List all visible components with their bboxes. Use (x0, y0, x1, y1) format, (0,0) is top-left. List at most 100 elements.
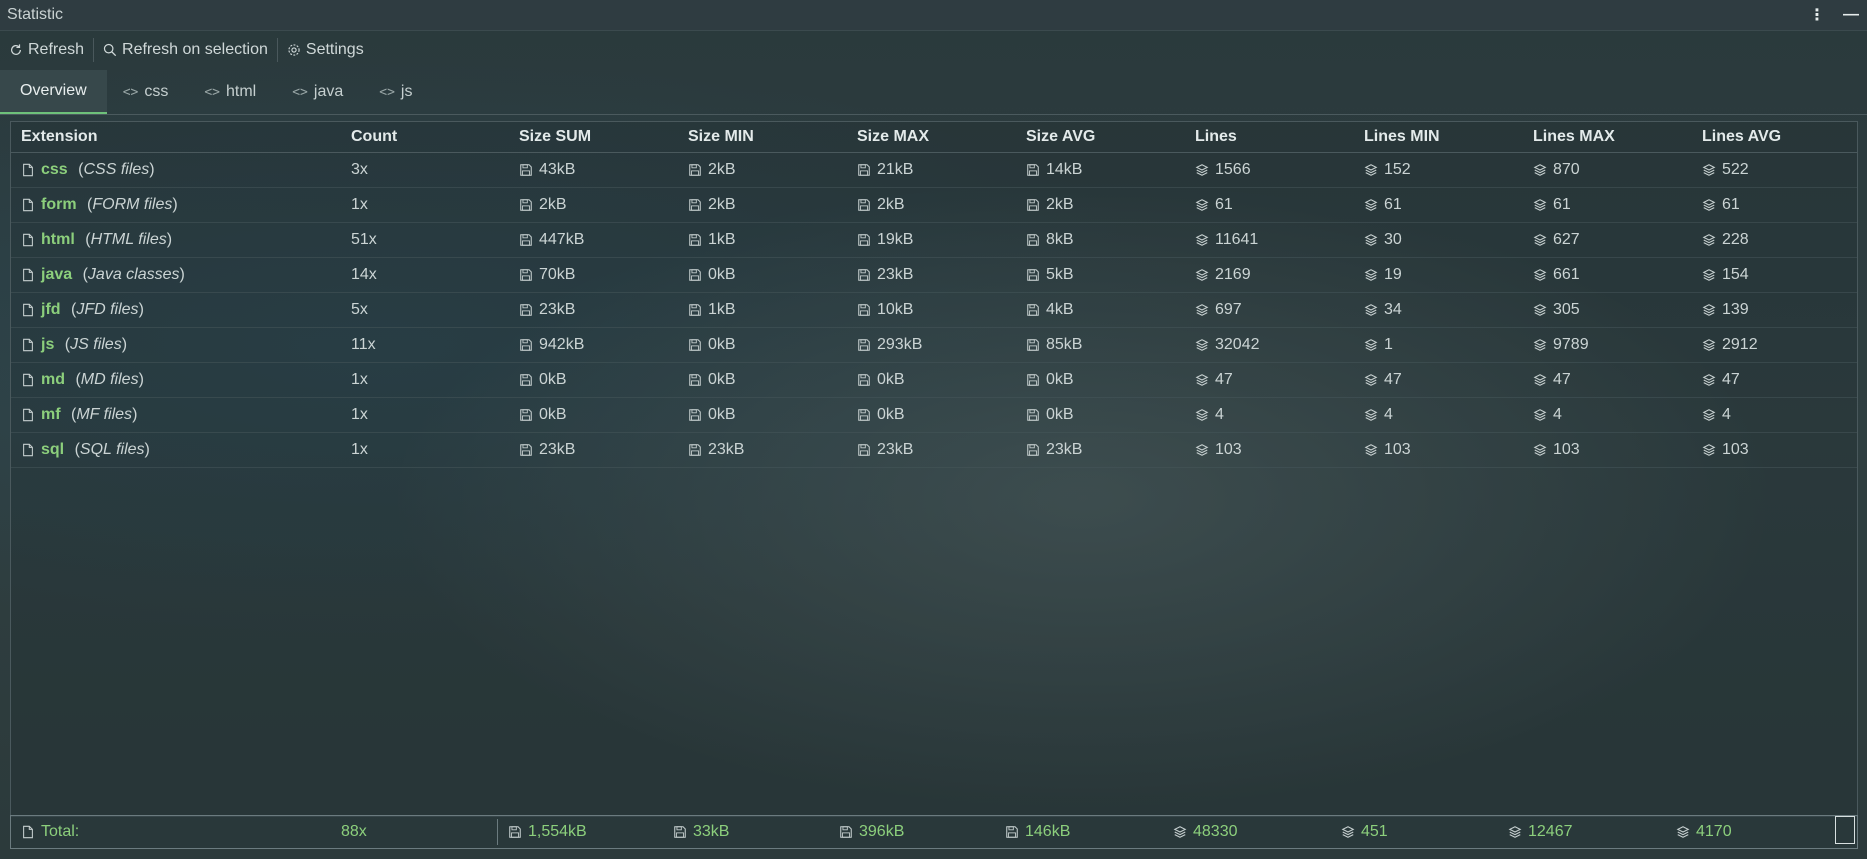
column-header-size-sum[interactable]: Size SUM (509, 128, 678, 146)
refresh-button[interactable]: Refresh (0, 32, 93, 68)
column-header-lines-max[interactable]: Lines MAX (1523, 128, 1692, 146)
totals-lines-min-cell: 451 (1331, 823, 1498, 841)
extension-cell: jfd (JFD files) (11, 301, 341, 319)
totals-lines-max-cell: 12467 (1498, 823, 1666, 841)
minimize-icon[interactable]: — (1843, 6, 1859, 24)
disk-icon (520, 409, 532, 421)
count-cell: 1x (351, 196, 368, 213)
totals-label: Total: (41, 823, 80, 840)
disk-icon (1027, 374, 1039, 386)
size-avg-cell: 0kB (1016, 406, 1185, 424)
lines-min-value: 103 (1384, 441, 1411, 458)
column-header-count[interactable]: Count (341, 128, 509, 146)
column-header-size-max[interactable]: Size MAX (847, 128, 1016, 146)
layers-icon (1676, 826, 1690, 838)
table-row[interactable]: mf (MF files) 1x 0kB 0kB 0kB 0kB 4 4 4 4 (11, 398, 1857, 433)
tab-java[interactable]: <> java (276, 70, 363, 114)
lines-cell: 1566 (1185, 161, 1354, 179)
column-header-extension[interactable]: Extension (11, 128, 341, 146)
table-row[interactable]: jfd (JFD files) 5x 23kB 1kB 10kB 4kB 697 34 305 1… (11, 293, 1857, 328)
file-icon (23, 198, 33, 212)
lines-min-cell: 1 (1354, 336, 1523, 354)
disk-icon (858, 444, 870, 456)
layers-icon (1533, 199, 1547, 211)
size-sum-cell: 0kB (509, 406, 678, 424)
tab-css[interactable]: <> css (107, 70, 189, 114)
size-min-value: 0kB (708, 266, 736, 283)
column-header-size-avg[interactable]: Size AVG (1016, 128, 1185, 146)
disk-icon (1027, 304, 1039, 316)
tab-overview[interactable]: Overview (0, 70, 107, 114)
table-row[interactable]: sql (SQL files) 1x 23kB 23kB 23kB 23kB 103 103 1… (11, 433, 1857, 468)
count-cell: 11x (351, 336, 376, 353)
lines-max-value: 103 (1553, 441, 1580, 458)
gear-icon (288, 44, 300, 56)
table-row[interactable]: css (CSS files) 3x 43kB 2kB 21kB 14kB 1566 152 8… (11, 153, 1857, 188)
size-avg-value: 5kB (1046, 266, 1074, 283)
totals-size-max: 396kB (859, 823, 905, 840)
table-header: Extension Count Size SUM Size MIN Size M… (11, 122, 1857, 153)
file-icon (23, 373, 33, 387)
extension-name: form (41, 196, 77, 213)
file-icon (23, 268, 33, 282)
size-avg-value: 0kB (1046, 371, 1074, 388)
size-sum-value: 447kB (539, 231, 585, 248)
refresh-on-selection-button[interactable]: Refresh on selection (94, 32, 277, 68)
lines-max-value: 61 (1553, 196, 1571, 213)
column-header-lines-avg[interactable]: Lines AVG (1692, 128, 1847, 146)
settings-button[interactable]: Settings (278, 32, 373, 68)
size-max-cell: 23kB (847, 266, 1016, 284)
window-title: Statistic (7, 6, 64, 23)
table-row[interactable]: js (JS files) 11x 942kB 0kB 293kB 85kB 32042 1 9… (11, 328, 1857, 363)
layers-icon (1341, 826, 1355, 838)
search-icon (103, 43, 117, 57)
count-cell: 3x (351, 161, 368, 178)
layers-icon (1364, 409, 1378, 421)
lines-cell: 4 (1185, 406, 1354, 424)
disk-icon (689, 199, 701, 211)
lines-avg-cell: 103 (1692, 441, 1847, 459)
table-row[interactable]: html (HTML files) 51x 447kB 1kB 19kB 8kB 11641… (11, 223, 1857, 258)
column-header-lines[interactable]: Lines (1185, 128, 1354, 146)
scroll-indicator[interactable] (1835, 816, 1855, 844)
layers-icon (1533, 269, 1547, 281)
code-icon: <> (122, 84, 139, 100)
lines-max-value: 305 (1553, 301, 1580, 318)
lines-avg-value: 103 (1722, 441, 1749, 458)
layers-icon (1508, 826, 1522, 838)
layers-icon (1702, 234, 1716, 246)
lines-min-cell: 19 (1354, 266, 1523, 284)
lines-cell: 47 (1185, 371, 1354, 389)
totals-lines-avg-cell: 4170 (1666, 823, 1816, 841)
disk-icon (1027, 234, 1039, 246)
size-max-cell: 0kB (847, 371, 1016, 389)
lines-value: 1566 (1215, 161, 1251, 178)
more-options-icon[interactable]: ⋮ (1809, 5, 1825, 25)
refresh-on-selection-label: Refresh on selection (122, 41, 268, 58)
disk-icon (689, 339, 701, 351)
disk-icon (520, 339, 532, 351)
tab-js[interactable]: <> js (363, 70, 432, 114)
size-min-value: 0kB (708, 336, 736, 353)
layers-icon (1533, 304, 1547, 316)
lines-max-cell: 103 (1523, 441, 1692, 459)
layers-icon (1195, 374, 1209, 386)
extension-name: java (41, 266, 73, 283)
size-min-value: 2kB (708, 161, 736, 178)
column-header-size-min[interactable]: Size MIN (678, 128, 847, 146)
table-row[interactable]: form (FORM files) 1x 2kB 2kB 2kB 2kB 61 61 61 61 (11, 188, 1857, 223)
table-row[interactable]: java (Java classes) 14x 70kB 0kB 23kB 5kB 2169… (11, 258, 1857, 293)
disk-icon (1027, 409, 1039, 421)
size-max-cell: 21kB (847, 161, 1016, 179)
totals-size-avg-cell: 146kB (995, 823, 1163, 841)
column-header-lines-min[interactable]: Lines MIN (1354, 128, 1523, 146)
size-max-cell: 293kB (847, 336, 1016, 354)
disk-icon (689, 164, 701, 176)
disk-icon (520, 444, 532, 456)
extension-cell: java (Java classes) (11, 266, 341, 284)
table-row[interactable]: md (MD files) 1x 0kB 0kB 0kB 0kB 47 47 47 47 (11, 363, 1857, 398)
tab-html[interactable]: <> html (188, 70, 276, 114)
disk-icon (858, 409, 870, 421)
size-sum-value: 0kB (539, 406, 567, 423)
disk-icon (858, 199, 870, 211)
